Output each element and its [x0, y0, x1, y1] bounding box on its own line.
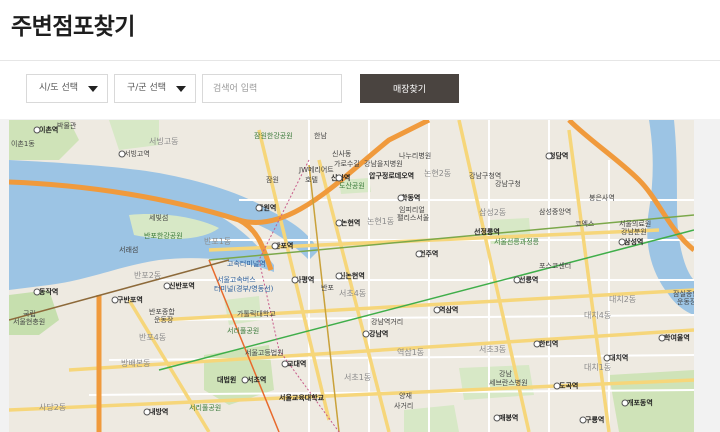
svg-text:터미널(경부/영동선): 터미널(경부/영동선) — [214, 284, 274, 293]
svg-text:서초1동: 서초1동 — [344, 373, 371, 382]
svg-text:세브란스병원: 세브란스병원 — [489, 378, 528, 387]
svg-text:강남: 강남 — [499, 369, 512, 378]
svg-text:서리풀공원: 서리풀공원 — [227, 326, 259, 335]
svg-text:구룡역: 구룡역 — [585, 415, 604, 424]
svg-text:대치역: 대치역 — [609, 353, 628, 362]
city-select-label: 시/도 선택 — [39, 83, 79, 93]
svg-text:임피리얼: 임피리얼 — [399, 205, 425, 214]
svg-text:가로수길: 가로수길 — [334, 159, 360, 168]
svg-text:봉은사역: 봉은사역 — [589, 193, 615, 202]
svg-text:삼성역: 삼성역 — [624, 237, 643, 246]
store-search-button[interactable]: 매장찾기 — [360, 74, 459, 103]
svg-text:포스코센터: 포스코센터 — [539, 261, 571, 270]
svg-text:코엑스: 코엑스 — [575, 219, 595, 228]
svg-text:반포4동: 반포4동 — [139, 333, 166, 342]
svg-text:내방역: 내방역 — [149, 407, 168, 416]
svg-text:강남역거리: 강남역거리 — [371, 317, 403, 326]
svg-text:대치2동: 대치2동 — [609, 295, 636, 304]
search-input[interactable] — [202, 74, 342, 103]
svg-text:서빙고동: 서빙고동 — [149, 137, 178, 146]
district-select-label: 구/군 선택 — [127, 83, 167, 93]
svg-text:신반포역: 신반포역 — [169, 281, 195, 290]
svg-text:세빛섬: 세빛섬 — [149, 213, 168, 222]
svg-text:서울선릉과정릉: 서울선릉과정릉 — [494, 237, 540, 246]
svg-text:서초3동: 서초3동 — [479, 345, 506, 354]
svg-text:가톨릭대학교: 가톨릭대학교 — [237, 309, 276, 318]
svg-text:서울고등법원: 서울고등법원 — [245, 348, 284, 357]
svg-text:서울의료원: 서울의료원 — [619, 219, 651, 228]
svg-text:역삼1동: 역삼1동 — [397, 347, 424, 357]
svg-text:나누리병원: 나누리병원 — [399, 151, 431, 160]
svg-text:신논현역: 신논현역 — [339, 271, 365, 280]
page-title: 주변점포찾기 — [11, 14, 135, 40]
chevron-down-icon — [88, 86, 98, 92]
svg-text:방배본동: 방배본동 — [121, 358, 150, 368]
svg-text:도곡역: 도곡역 — [559, 381, 578, 390]
svg-text:서초역: 서초역 — [247, 375, 266, 384]
svg-text:학여울역: 학여울역 — [664, 333, 690, 342]
svg-text:역삼역: 역삼역 — [439, 305, 458, 314]
svg-text:논현1동: 논현1동 — [367, 217, 394, 226]
svg-text:반포1동: 반포1동 — [204, 237, 231, 246]
svg-text:반포: 반포 — [321, 283, 334, 292]
svg-text:강남을지병원: 강남을지병원 — [364, 159, 403, 168]
svg-text:서빙고역: 서빙고역 — [124, 149, 150, 158]
svg-text:교대역: 교대역 — [287, 359, 306, 368]
svg-text:매봉역: 매봉역 — [499, 413, 518, 422]
svg-text:도산공원: 도산공원 — [339, 181, 365, 190]
svg-text:강남구청: 강남구청 — [495, 179, 521, 188]
svg-text:잠실종합: 잠실종합 — [673, 289, 694, 298]
svg-text:고속터미널역: 고속터미널역 — [227, 259, 266, 268]
svg-text:박물관: 박물관 — [57, 121, 77, 130]
filter-bar: 시/도 선택 구/군 선택 매장찾기 — [0, 61, 720, 119]
svg-text:신사동: 신사동 — [332, 149, 352, 158]
svg-text:서울교육대학교: 서울교육대학교 — [279, 393, 325, 402]
page-header: 주변점포찾기 — [0, 0, 720, 61]
svg-text:서래섬: 서래섬 — [119, 245, 138, 254]
svg-text:개포동역: 개포동역 — [627, 398, 653, 407]
svg-text:대치1동: 대치1동 — [584, 363, 611, 372]
svg-text:대치4동: 대치4동 — [584, 311, 611, 320]
svg-text:양재: 양재 — [399, 392, 412, 400]
svg-text:강남역: 강남역 — [369, 329, 388, 338]
svg-text:대법원: 대법원 — [217, 375, 236, 384]
svg-text:강남분원: 강남분원 — [621, 227, 647, 236]
svg-text:선릉역: 선릉역 — [519, 275, 538, 284]
svg-text:서울현충원: 서울현충원 — [13, 317, 45, 326]
svg-text:잠원한강공원: 잠원한강공원 — [254, 131, 293, 140]
svg-text:서울고속버스: 서울고속버스 — [217, 275, 256, 284]
chevron-down-icon — [176, 86, 186, 92]
svg-text:반포한강공원: 반포한강공원 — [144, 231, 183, 240]
district-select[interactable]: 구/군 선택 — [114, 74, 196, 103]
svg-text:운동장: 운동장 — [154, 315, 174, 324]
svg-text:서초4동: 서초4동 — [339, 289, 366, 298]
svg-text:운동장: 운동장 — [677, 297, 694, 306]
svg-text:잠원: 잠원 — [266, 175, 279, 184]
svg-text:서리풀공원: 서리풀공원 — [189, 403, 221, 412]
svg-text:호텔: 호텔 — [305, 176, 318, 184]
svg-text:구반포역: 구반포역 — [117, 295, 143, 304]
svg-text:삼성중앙역: 삼성중앙역 — [539, 207, 571, 216]
svg-text:이촌1동: 이촌1동 — [11, 139, 35, 148]
svg-text:사당2동: 사당2동 — [39, 402, 66, 412]
svg-text:팰리스서울: 팰리스서울 — [397, 213, 430, 222]
svg-text:국립: 국립 — [23, 310, 36, 318]
svg-text:사거리: 사거리 — [394, 401, 413, 410]
svg-text:반포종합: 반포종합 — [149, 307, 175, 316]
svg-text:삼성2동: 삼성2동 — [479, 207, 506, 217]
store-map[interactable]: 이촌1동 이촌역 박물관 서빙고역 서빙고동 잠원한강공원 한남 신사동 가로수… — [9, 120, 694, 432]
svg-text:JW메리어트: JW메리어트 — [298, 165, 334, 174]
svg-text:압구정로데오역: 압구정로데오역 — [369, 171, 414, 180]
svg-text:강남구청역: 강남구청역 — [469, 171, 501, 180]
svg-text:선정릉역: 선정릉역 — [474, 227, 500, 236]
svg-text:한남: 한남 — [314, 131, 327, 140]
svg-text:한티역: 한티역 — [539, 339, 558, 348]
svg-text:이촌역: 이촌역 — [39, 125, 58, 134]
svg-text:논현역: 논현역 — [341, 218, 360, 227]
map-canvas[interactable]: 이촌1동 이촌역 박물관 서빙고역 서빙고동 잠원한강공원 한남 신사동 가로수… — [9, 120, 694, 432]
svg-text:논현2동: 논현2동 — [424, 169, 451, 178]
svg-text:동작역: 동작역 — [39, 287, 58, 296]
city-select[interactable]: 시/도 선택 — [26, 74, 108, 103]
svg-text:반포2동: 반포2동 — [134, 271, 161, 280]
